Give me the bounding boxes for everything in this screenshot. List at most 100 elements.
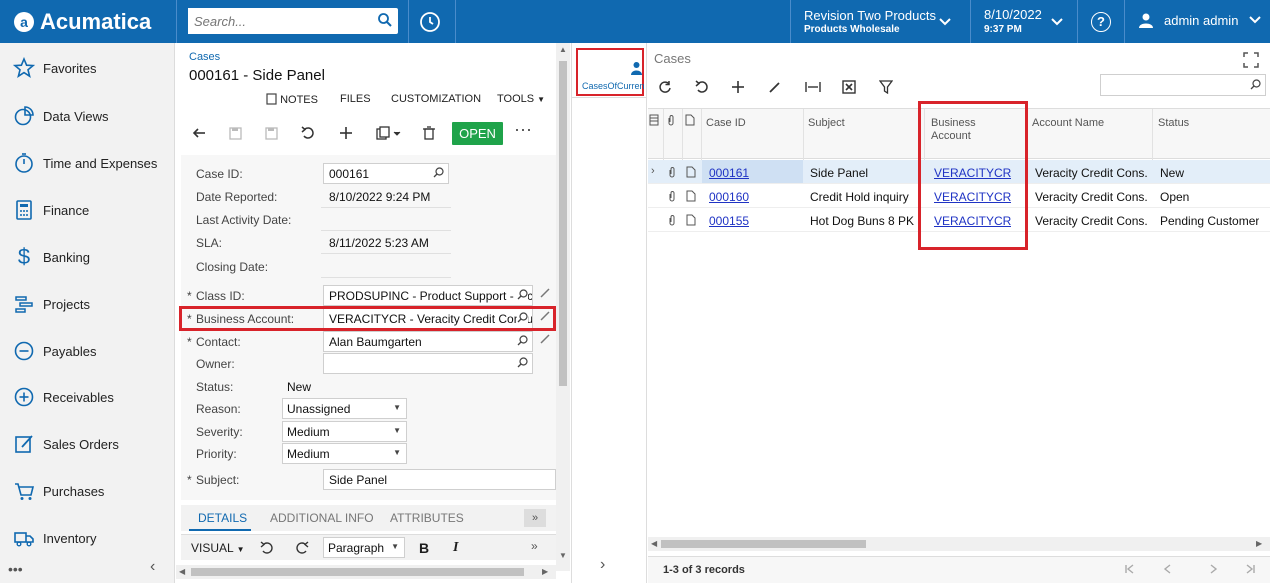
subject-input[interactable]: Side Panel [323,469,556,490]
case-id-link[interactable]: 000155 [709,214,749,228]
note-icon[interactable] [686,190,696,202]
sidebar-item-sales-orders[interactable]: Sales Orders [0,429,175,459]
note-icon[interactable] [686,214,696,226]
collapse-sidebar-icon[interactable]: ‹ [150,558,155,576]
attachment-icon[interactable] [667,190,677,202]
contact-input[interactable]: Alan Baumgarten [323,331,533,352]
previous-page-icon[interactable] [1162,563,1174,575]
column-header-account-name[interactable]: Account Name [1032,117,1104,130]
case-id-link[interactable]: 000160 [709,190,749,204]
lookup-icon[interactable] [433,167,444,178]
sidebar-item-projects[interactable]: Projects [0,289,175,319]
grid-search-input[interactable] [1100,74,1266,96]
scroll-down-icon[interactable]: ▼ [559,551,567,560]
open-button[interactable]: OPEN [452,122,503,145]
notes-button[interactable]: NOTES [266,93,318,106]
row-selector-icon[interactable] [649,114,659,126]
fullscreen-icon[interactable] [1243,52,1259,68]
copy-paste-icon[interactable] [372,121,406,145]
column-header-status[interactable]: Status [1158,117,1189,130]
tools-menu[interactable]: TOOLS ▼ [497,93,545,105]
widget-cases-of-current-user[interactable]: CasesOfCurrentUser [576,48,644,96]
sidebar-item-receivables[interactable]: Receivables [0,382,175,412]
reason-select[interactable]: Unassigned▼ [282,398,407,419]
acumatica-logo[interactable]: a Acumatica [14,9,151,35]
add-icon[interactable] [335,121,357,145]
refresh-icon[interactable] [654,75,676,99]
column-header-case-id[interactable]: Case ID [706,117,746,130]
back-arrow-icon[interactable] [188,121,210,145]
scroll-up-icon[interactable]: ▲ [559,45,567,54]
company-selector[interactable]: Revision Two Products Products Wholesale [804,8,936,35]
case-id-input[interactable]: 000161 [323,163,449,184]
export-excel-icon[interactable] [838,75,860,99]
files-button[interactable]: FILES [340,93,371,105]
recent-history-icon[interactable] [418,10,442,34]
first-page-icon[interactable] [1124,563,1136,575]
sidebar-item-purchases[interactable]: Purchases [0,476,175,506]
expand-panel-icon[interactable]: › [600,556,605,574]
lookup-icon[interactable] [517,289,528,300]
scroll-left-icon[interactable]: ◀ [179,567,185,576]
sidebar-item-data-views[interactable]: Data Views [0,101,175,131]
undo-icon[interactable] [691,75,713,99]
lookup-icon[interactable] [517,357,528,368]
bold-button[interactable]: B [419,540,429,556]
edit-icon[interactable] [764,75,786,99]
redo-icon[interactable] [295,540,309,554]
visual-mode-dropdown[interactable]: VISUAL ▼ [191,541,245,555]
tab-attributes[interactable]: ATTRIBUTES [390,511,464,525]
case-id-link[interactable]: 000161 [709,166,749,180]
expand-tabs-icon[interactable]: » [524,509,546,527]
sidebar-item-favorites[interactable]: Favorites [0,53,175,83]
sidebar-item-banking[interactable]: $ Banking [0,242,175,272]
more-menu-icon[interactable]: ••• [8,561,23,577]
undo-icon[interactable] [297,121,319,145]
add-icon[interactable] [727,75,749,99]
scroll-thumb[interactable] [661,540,866,548]
undo-icon[interactable] [260,540,274,554]
paragraph-style-select[interactable]: Paragraph▼ [323,537,405,558]
filter-icon[interactable] [875,75,897,99]
user-menu[interactable]: admin admin [1138,12,1262,28]
search-input[interactable] [188,8,368,34]
sidebar-item-time-and-expenses[interactable]: Time and Expenses [0,148,175,178]
sidebar-item-payables[interactable]: Payables [0,336,175,366]
help-icon[interactable]: ? [1091,12,1111,32]
tab-additional-info[interactable]: ADDITIONAL INFO [270,511,374,525]
save-close-icon[interactable] [224,121,246,145]
next-page-icon[interactable] [1207,563,1219,575]
lookup-icon[interactable] [517,335,528,346]
class-id-input[interactable]: PRODSUPINC - Product Support - Inc [323,285,533,306]
note-icon[interactable] [686,166,696,178]
chevron-down-icon[interactable] [938,15,952,29]
severity-select[interactable]: Medium▼ [282,421,407,442]
pencil-icon[interactable] [539,333,551,345]
sidebar-item-finance[interactable]: Finance [0,195,175,225]
column-header-subject[interactable]: Subject [808,117,845,130]
scroll-thumb[interactable] [559,61,567,386]
italic-button[interactable]: I [453,540,458,556]
save-icon[interactable] [260,121,282,145]
search-icon[interactable] [377,12,393,28]
grid-horizontal-scrollbar[interactable]: ◀ ▶ [648,537,1270,551]
horizontal-scrollbar[interactable]: ◀ ▶ [176,565,556,579]
scroll-thumb[interactable] [191,568,524,576]
tab-details[interactable]: DETAILS [198,511,247,525]
more-actions-icon[interactable]: ··· [512,117,534,141]
attachment-icon[interactable] [667,214,677,226]
sidebar-item-inventory[interactable]: Inventory [0,523,175,553]
scroll-right-icon[interactable]: ▶ [1256,539,1262,548]
last-page-icon[interactable] [1244,563,1256,575]
fit-columns-icon[interactable] [802,75,824,99]
global-search[interactable] [188,8,398,34]
delete-icon[interactable] [418,121,440,145]
search-icon[interactable] [1250,79,1261,90]
owner-input[interactable] [323,353,533,374]
scroll-right-icon[interactable]: ▶ [542,567,548,576]
breadcrumb[interactable]: Cases [189,51,220,63]
chevron-down-icon[interactable] [1050,15,1064,29]
business-date[interactable]: 8/10/2022 9:37 PM [984,7,1042,35]
customization-button[interactable]: CUSTOMIZATION [391,93,481,105]
priority-select[interactable]: Medium▼ [282,443,407,464]
